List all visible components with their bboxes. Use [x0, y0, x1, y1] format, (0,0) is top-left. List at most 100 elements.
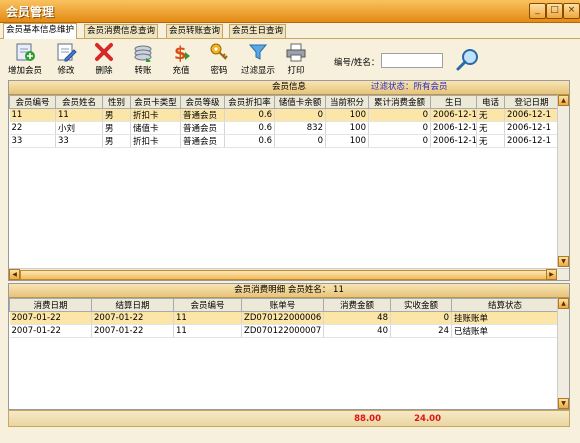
scroll-left-icon[interactable]: ◀ [9, 269, 20, 280]
detail-title: 会员消费明细 会员姓名： [234, 285, 331, 295]
column-header[interactable]: 实收金额 [390, 298, 452, 312]
column-header[interactable]: 会员编号 [9, 95, 56, 109]
column-header[interactable]: 性别 [102, 95, 131, 109]
table-cell: 普通会员 [180, 134, 225, 148]
scroll-right-icon[interactable]: ▶ [546, 269, 557, 280]
column-header[interactable]: 电话 [476, 95, 505, 109]
svg-text:$: $ [174, 43, 187, 62]
detail-vertical-scrollbar[interactable]: ▲ ▼ [557, 298, 569, 409]
column-header[interactable]: 会员卡类型 [130, 95, 181, 109]
member-horizontal-scrollbar[interactable]: ◀ ▶ [9, 268, 569, 280]
key-icon [208, 42, 230, 62]
filter-display-label: 过滤显示 [240, 66, 275, 76]
table-cell: 2006-12-1 [504, 108, 559, 122]
table-cell: 折扣卡 [130, 108, 181, 122]
magnifier-icon [456, 49, 478, 71]
column-header[interactable]: 账单号 [241, 298, 324, 312]
edit-button[interactable]: 修改 [49, 42, 83, 76]
column-header[interactable]: 累计消费金额 [368, 95, 431, 109]
transfer-button[interactable]: 转账 [126, 42, 160, 76]
add-member-label: 增加会员 [8, 66, 43, 76]
tab-member-consumption[interactable]: 会员消费信息查询 [84, 24, 159, 38]
maximize-button[interactable]: □ [546, 3, 563, 19]
detail-scroll-up-icon[interactable]: ▲ [558, 298, 569, 309]
table-cell: 22 [9, 121, 56, 135]
print-button[interactable]: 打印 [279, 42, 313, 76]
add-member-button[interactable]: 增加会员 [8, 42, 42, 76]
table-cell: 2007-01-22 [9, 311, 92, 325]
search-input[interactable] [381, 53, 443, 68]
column-header[interactable]: 消费金额 [323, 298, 391, 312]
table-cell: 0 [274, 134, 326, 148]
transfer-icon [132, 42, 154, 64]
edit-icon [55, 42, 77, 62]
minimize-button[interactable]: _ [529, 3, 546, 19]
recharge-label: 充值 [172, 66, 190, 76]
column-header[interactable]: 会员姓名 [55, 95, 103, 109]
table-cell: 100 [325, 121, 369, 135]
print-label: 打印 [287, 66, 305, 76]
table-cell: 0 [390, 311, 452, 325]
table-cell: 0.6 [224, 121, 275, 135]
printer-icon [285, 42, 307, 62]
edit-label: 修改 [57, 66, 75, 76]
password-button[interactable]: 密码 [202, 42, 236, 76]
delete-label: 删除 [95, 66, 113, 76]
recharge-button[interactable]: $ 充值 [164, 42, 198, 76]
table-row[interactable]: 22 小刘男储值卡 普通会员 0.6 832 100 0 2006-12-1 无 2006-12-… [9, 121, 559, 135]
table-cell: ZD070122000006 [241, 311, 324, 325]
column-header[interactable]: 消费日期 [9, 298, 92, 312]
table-cell: 折扣卡 [130, 134, 181, 148]
tab-member-basic-info[interactable]: 会员基本信息维护 [3, 23, 78, 39]
column-header[interactable]: 登记日期 [504, 95, 559, 109]
total-consume: 88.00 [354, 414, 381, 424]
table-cell: 11 [9, 108, 56, 122]
scroll-down-icon[interactable]: ▼ [558, 256, 569, 267]
table-cell: 0.6 [224, 134, 275, 148]
close-button[interactable]: × [563, 3, 580, 19]
table-cell: ZD070122000007 [241, 324, 324, 338]
column-header[interactable]: 结算状态 [451, 298, 559, 312]
totals-bar: 88.00 24.00 [8, 410, 570, 427]
scroll-up-icon[interactable]: ▲ [558, 95, 569, 106]
detail-scroll-down-icon[interactable]: ▼ [558, 398, 569, 409]
filter-icon [247, 42, 269, 62]
column-header[interactable]: 会员编号 [173, 298, 242, 312]
search-button[interactable] [455, 47, 481, 73]
consumption-detail-header: 会员消费明细 会员姓名： 11 [9, 284, 569, 298]
column-header[interactable]: 会员等级 [180, 95, 225, 109]
member-vertical-scrollbar[interactable]: ▲ ▼ [557, 95, 569, 267]
title-bar: 会员管理 _ □ × [0, 0, 580, 23]
table-cell: 11 [55, 108, 103, 122]
table-cell: 0.6 [224, 108, 275, 122]
column-header[interactable]: 储值卡余额 [274, 95, 326, 109]
table-cell: 储值卡 [130, 121, 181, 135]
column-header[interactable]: 生日 [430, 95, 477, 109]
delete-button[interactable]: 删除 [87, 42, 121, 76]
consumption-table: 消费日期 结算日期 会员编号 账单号 消费金额 实收金额 结算状态 2007-01-22 20… [9, 298, 559, 338]
horizontal-scroll-thumb[interactable] [20, 270, 547, 280]
table-row[interactable]: 11 11 男折扣卡 普通会员 0.6 0 100 0 2006-12-1 无 2006-12-1 [9, 108, 559, 122]
column-header[interactable]: 结算日期 [91, 298, 174, 312]
table-cell: 100 [325, 134, 369, 148]
consumption-detail-panel: 会员消费明细 会员姓名： 11 消费日期 结算日期 会员编号 账单号 消费金额 实收金额结… [8, 283, 570, 410]
column-header[interactable]: 会员折扣率 [224, 95, 275, 109]
table-cell: 11 [173, 324, 242, 338]
member-table: 会员编号 会员姓名 性别 会员卡类型 会员等级 会员折扣率 储值卡余额 当前积分 累计消费金额生… [9, 95, 559, 148]
table-row[interactable]: 33 33 男折扣卡 普通会员 0.6 0 100 0 2006-12-1 无 2006-12-1 [9, 134, 559, 148]
tab-member-birthday[interactable]: 会员生日查询 [229, 24, 287, 38]
tab-member-transfer[interactable]: 会员转账查询 [166, 24, 224, 38]
table-cell: 无 [476, 108, 505, 122]
table-cell: 男 [102, 134, 131, 148]
table-row[interactable]: 2007-01-22 2007-01-22 11 ZD070122000007 40 24… [9, 324, 559, 338]
table-cell: 2007-01-22 [91, 324, 174, 338]
table-cell: 100 [325, 108, 369, 122]
tab-strip: 会员基本信息维护 会员消费信息查询 会员转账查询 会员生日查询 [0, 23, 580, 39]
table-row[interactable]: 2007-01-22 2007-01-22 11 ZD070122000006 48 0 挂… [9, 311, 559, 325]
window-title: 会员管理 [6, 5, 55, 19]
column-header[interactable]: 当前积分 [325, 95, 369, 109]
table-cell: 0 [368, 108, 431, 122]
filter-display-button[interactable]: 过滤显示 [237, 42, 279, 76]
filter-status: 过滤状态：所有会员 [371, 82, 448, 92]
table-cell: 男 [102, 121, 131, 135]
